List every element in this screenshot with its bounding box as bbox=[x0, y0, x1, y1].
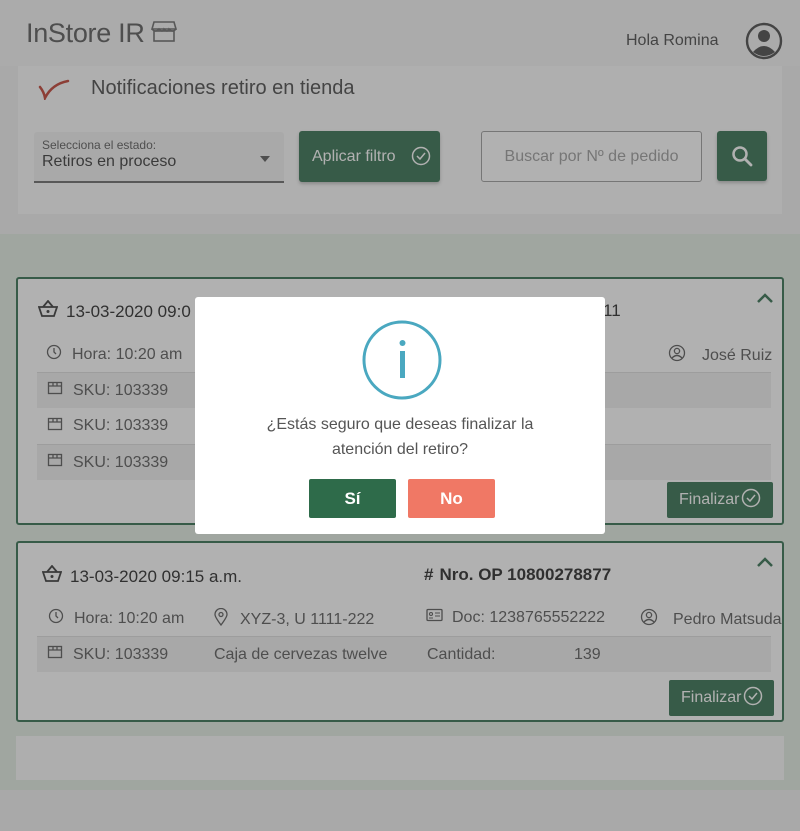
info-icon bbox=[362, 320, 442, 405]
confirm-dialog: ¿Estás seguro que deseas finalizar la at… bbox=[195, 297, 605, 534]
confirm-yes-button[interactable]: Sí bbox=[309, 479, 396, 518]
confirm-message-line1: ¿Estás seguro que deseas finalizar la bbox=[266, 416, 534, 433]
confirm-no-button[interactable]: No bbox=[408, 479, 495, 518]
confirm-message-line2: atención del retiro? bbox=[331, 441, 469, 458]
confirm-message: ¿Estás seguro que deseas finalizar la at… bbox=[225, 412, 575, 462]
